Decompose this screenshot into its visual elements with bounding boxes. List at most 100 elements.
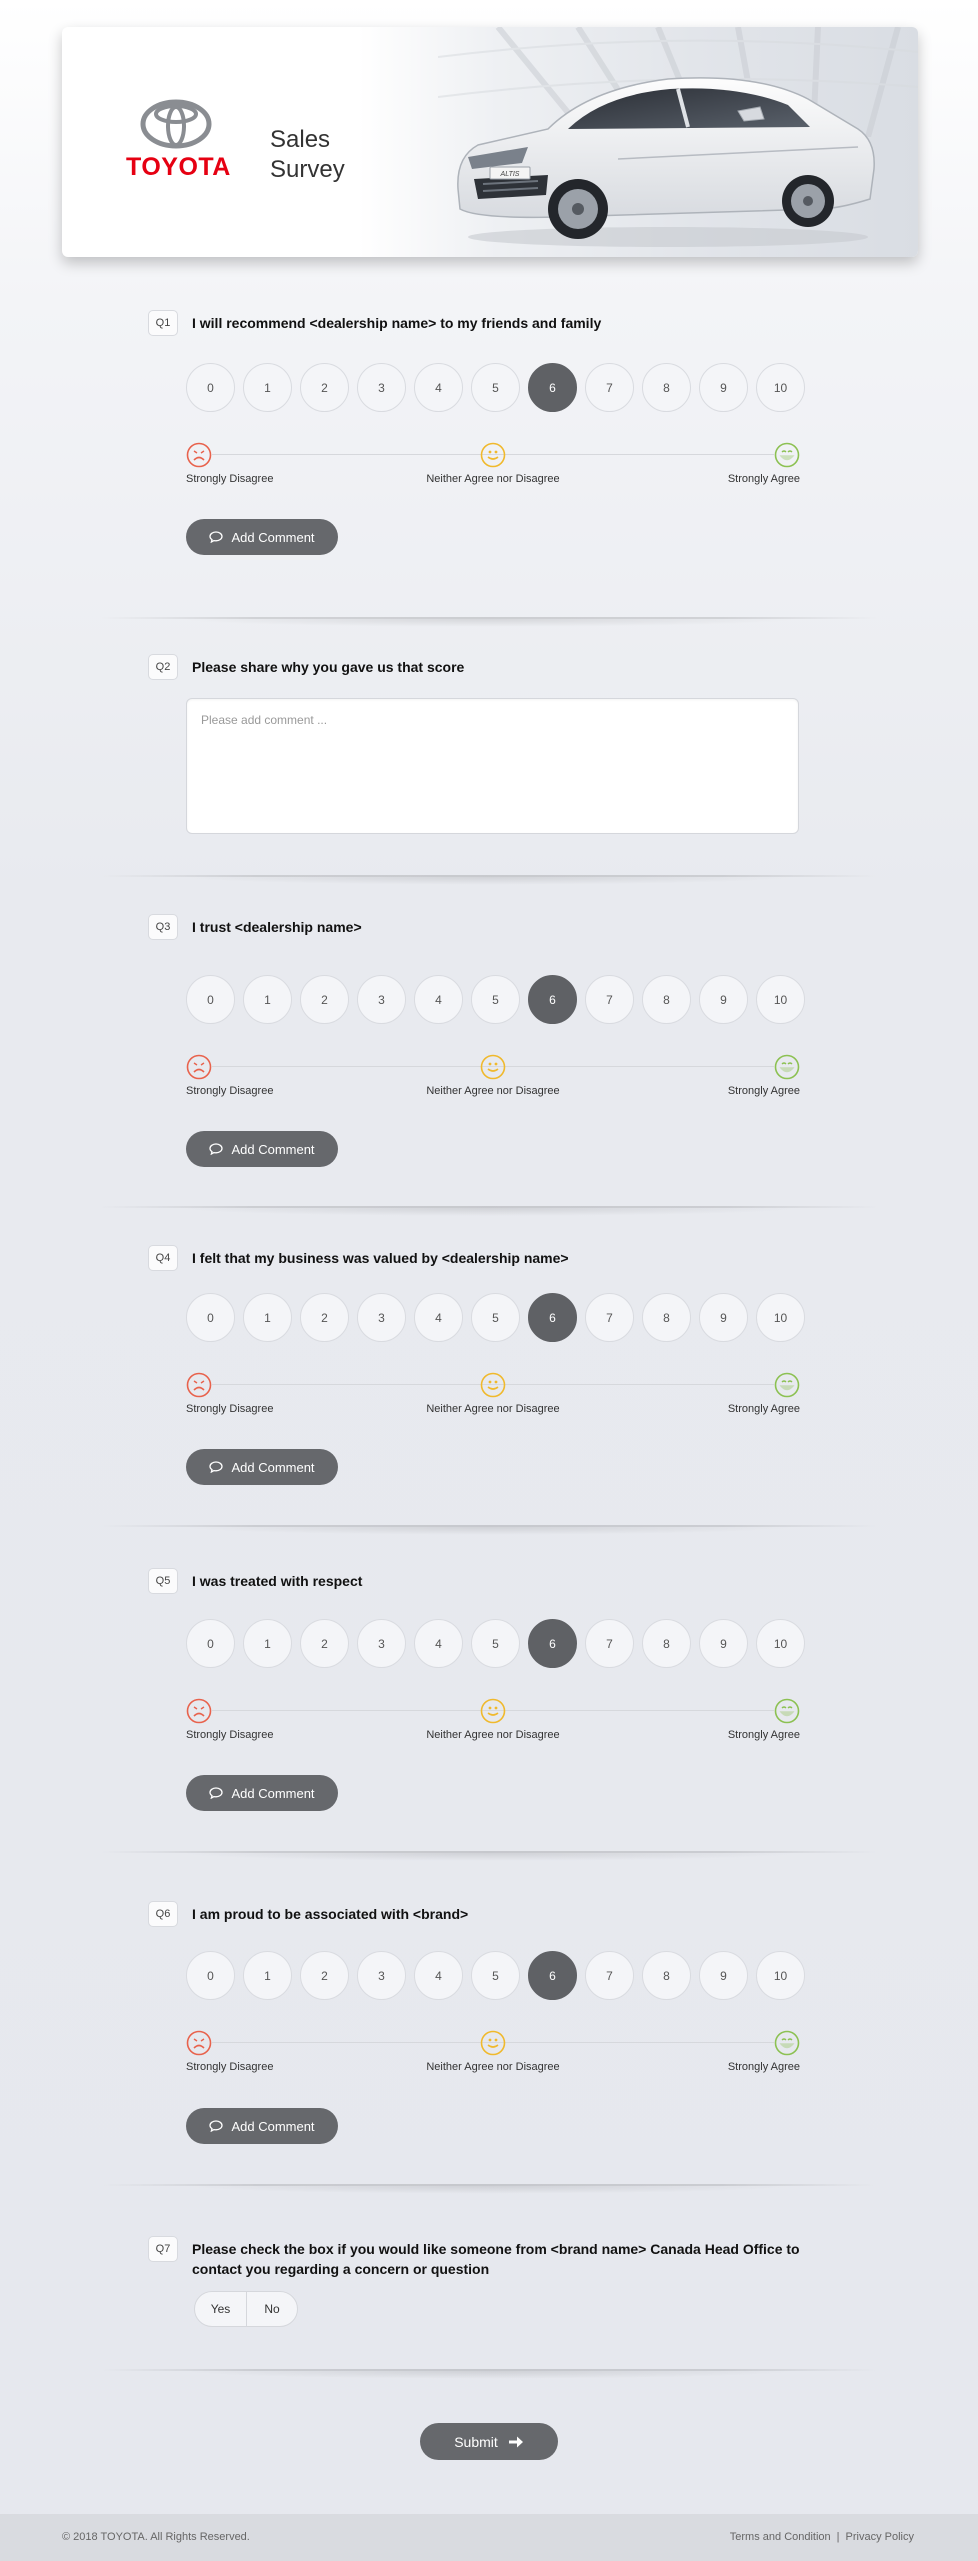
rating-option[interactable]: 10 (756, 1293, 805, 1342)
add-comment-button[interactable]: Add Comment (186, 1131, 338, 1167)
rating-option[interactable]: 1 (243, 363, 292, 412)
rating-option[interactable]: 0 (186, 1293, 235, 1342)
rating-option[interactable]: 6 (528, 363, 577, 412)
rating-option[interactable]: 2 (300, 1951, 349, 2000)
rating-option[interactable]: 9 (699, 1293, 748, 1342)
neutral-face-icon (480, 1372, 506, 1398)
rating-option[interactable]: 8 (642, 1619, 691, 1668)
submit-button[interactable]: Submit (420, 2423, 558, 2460)
section-divider (100, 1851, 878, 1863)
rating-option[interactable]: 1 (243, 1293, 292, 1342)
rating-option[interactable]: 8 (642, 1951, 691, 2000)
neutral-face-icon (480, 442, 506, 468)
rating-option[interactable]: 1 (243, 975, 292, 1024)
rating-option[interactable]: 0 (186, 975, 235, 1024)
scale-label-left: Strongly Disagree (186, 2061, 274, 2073)
rating-option[interactable]: 2 (300, 363, 349, 412)
rating-option[interactable]: 10 (756, 1619, 805, 1668)
rating-option[interactable]: 4 (414, 1293, 463, 1342)
no-option[interactable]: No (246, 2292, 297, 2326)
banner-photo: ALTIS (358, 27, 918, 257)
comment-icon (209, 1787, 224, 1799)
section-divider (100, 2184, 878, 2196)
question-number: Q6 (148, 1901, 178, 1927)
rating-faces-q3: Strongly Disagree Neither Agree nor Disag… (186, 1054, 800, 1104)
comment-textarea[interactable]: Please add comment ... (186, 698, 799, 834)
rating-option[interactable]: 3 (357, 1293, 406, 1342)
scale-label-right: Strongly Agree (727, 1729, 800, 1741)
rating-option[interactable]: 5 (471, 1293, 520, 1342)
rating-scale-q5: 0 1 2 3 4 5 6 7 8 9 10 (186, 1619, 805, 1668)
scale-label-left: Strongly Disagree (186, 473, 274, 485)
question-text: I trust <dealership name> (192, 919, 362, 935)
rating-option[interactable]: 2 (300, 975, 349, 1024)
question-q7: Q7 Please check the box if you would lik… (148, 2236, 848, 2279)
question-text: I am proud to be associated with <brand> (192, 1906, 469, 1922)
rating-option[interactable]: 9 (699, 1619, 748, 1668)
neutral-face-icon (480, 1054, 506, 1080)
header-banner: ALTIS TOYOTA Sales Survey (62, 27, 918, 257)
page-title: Sales Survey (270, 125, 390, 185)
rating-option[interactable]: 0 (186, 1619, 235, 1668)
add-comment-button[interactable]: Add Comment (186, 1775, 338, 1811)
rating-option[interactable]: 5 (471, 1619, 520, 1668)
rating-option[interactable]: 7 (585, 1951, 634, 2000)
rating-option[interactable]: 5 (471, 363, 520, 412)
rating-option[interactable]: 6 (528, 1951, 577, 2000)
rating-option[interactable]: 6 (528, 1293, 577, 1342)
terms-link[interactable]: Terms and Condition (730, 2531, 831, 2543)
rating-option[interactable]: 10 (756, 363, 805, 412)
question-number: Q3 (148, 914, 178, 940)
question-number: Q5 (148, 1568, 178, 1594)
happy-face-icon (774, 1698, 800, 1724)
rating-option[interactable]: 9 (699, 975, 748, 1024)
rating-option[interactable]: 6 (528, 1619, 577, 1668)
car-image: ALTIS (457, 77, 875, 247)
rating-option[interactable]: 4 (414, 1619, 463, 1668)
yes-option[interactable]: Yes (195, 2292, 246, 2326)
rating-option[interactable]: 8 (642, 1293, 691, 1342)
rating-option[interactable]: 7 (585, 1293, 634, 1342)
add-comment-button[interactable]: Add Comment (186, 1449, 338, 1485)
add-comment-button[interactable]: Add Comment (186, 519, 338, 555)
rating-option[interactable]: 0 (186, 363, 235, 412)
rating-option[interactable]: 3 (357, 1619, 406, 1668)
add-comment-button[interactable]: Add Comment (186, 2108, 338, 2144)
page-title-line1: Sales (270, 126, 331, 153)
add-comment-label: Add Comment (231, 1141, 315, 1157)
scale-label-right: Strongly Agree (727, 1403, 800, 1415)
rating-option[interactable]: 1 (243, 1951, 292, 2000)
rating-option[interactable]: 4 (414, 1951, 463, 2000)
rating-option[interactable]: 2 (300, 1619, 349, 1668)
rating-option[interactable]: 2 (300, 1293, 349, 1342)
rating-option[interactable]: 4 (414, 363, 463, 412)
car-badge: ALTIS (500, 171, 520, 178)
privacy-link[interactable]: Privacy Policy (846, 2531, 914, 2543)
scale-label-right: Strongly Agree (727, 1085, 800, 1097)
rating-option[interactable]: 8 (642, 975, 691, 1024)
rating-option[interactable]: 7 (585, 1619, 634, 1668)
rating-option[interactable]: 1 (243, 1619, 292, 1668)
add-comment-label: Add Comment (231, 1785, 315, 1801)
rating-option[interactable]: 0 (186, 1951, 235, 2000)
rating-option[interactable]: 10 (756, 975, 805, 1024)
rating-option[interactable]: 8 (642, 363, 691, 412)
rating-option[interactable]: 3 (357, 975, 406, 1024)
rating-option[interactable]: 5 (471, 1951, 520, 2000)
rating-option[interactable]: 4 (414, 975, 463, 1024)
yes-no-toggle: Yes No (194, 2291, 298, 2327)
rating-option[interactable]: 7 (585, 363, 634, 412)
rating-option[interactable]: 6 (528, 975, 577, 1024)
toyota-wordmark: TOYOTA (126, 153, 231, 181)
rating-option[interactable]: 9 (699, 363, 748, 412)
rating-option[interactable]: 10 (756, 1951, 805, 2000)
rating-option[interactable]: 7 (585, 975, 634, 1024)
rating-faces-q1: Strongly Disagree Neither Agree nor Disag… (186, 442, 800, 492)
rating-option[interactable]: 3 (357, 363, 406, 412)
section-divider (100, 2369, 878, 2381)
rating-option[interactable]: 9 (699, 1951, 748, 2000)
rating-option[interactable]: 5 (471, 975, 520, 1024)
comment-icon (209, 2120, 224, 2132)
rating-faces-q4: Strongly Disagree Neither Agree nor Disag… (186, 1372, 800, 1422)
rating-option[interactable]: 3 (357, 1951, 406, 2000)
